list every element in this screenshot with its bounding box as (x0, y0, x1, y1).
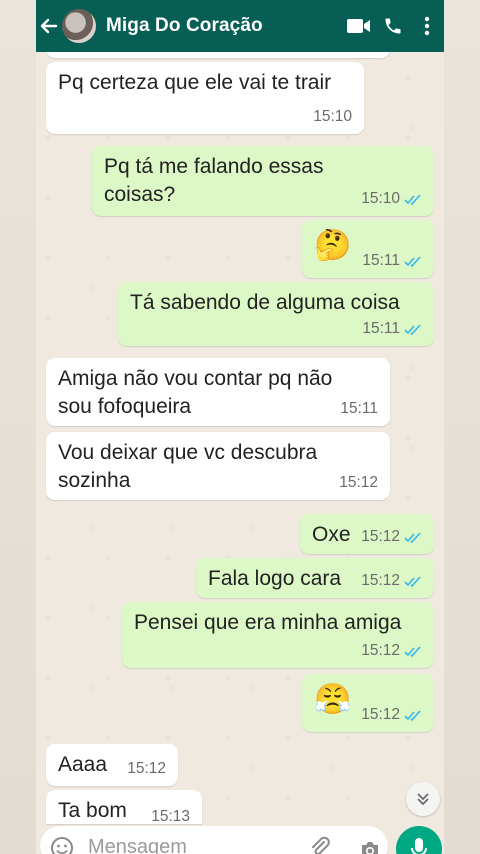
message-text: Amiga não vou contar pq não sou fofoquei… (58, 367, 333, 418)
message-text: Aaaa (58, 753, 108, 776)
message-outgoing[interactable]: 🤔 15:11 (302, 220, 434, 278)
message-incoming[interactable]: Aaaa 15:12 (46, 744, 178, 786)
chat-screen: Miga Do Coração 15:10 Pq certeza que ele… (36, 0, 444, 854)
message-time: 15:11 (340, 400, 378, 418)
message-text: Vou deixar que vc descubra sozinha (58, 441, 318, 492)
message-time: 15:11 (362, 319, 422, 340)
background-right (444, 0, 480, 854)
message-time: 15:12 (361, 641, 422, 662)
message-outgoing[interactable]: Tá sabendo de alguma coisa 15:11 (118, 282, 434, 346)
message-incoming[interactable]: Vou deixar que vc descubra sozinha 15:12 (46, 432, 390, 500)
read-ticks-icon (404, 710, 421, 721)
message-time: 15:12 (127, 760, 166, 778)
message-incoming[interactable]: Amiga não vou contar pq não sou fofoquei… (46, 358, 390, 426)
scroll-down-button[interactable] (406, 782, 440, 816)
message-time-text: 15:12 (361, 528, 400, 546)
message-text: Fala logo cara (208, 567, 342, 590)
read-ticks-icon (404, 532, 421, 543)
message-time: 15:13 (151, 808, 190, 826)
camera-icon[interactable] (358, 838, 382, 854)
attach-icon[interactable] (308, 836, 332, 854)
steam-emoji: 😤 (314, 683, 352, 716)
message-time: 15:12 (361, 571, 422, 592)
message-incoming[interactable]: Pq certeza que ele vai te trair 15:10 (46, 62, 364, 134)
message-time: 15:12 (339, 474, 378, 492)
read-ticks-icon (404, 646, 421, 657)
back-arrow-icon[interactable] (36, 0, 62, 52)
mic-icon (411, 838, 427, 854)
message-outgoing[interactable]: 😤 15:12 (302, 674, 434, 732)
message-text: Tá sabendo de alguma coisa (130, 291, 400, 314)
contact-name[interactable]: Miga Do Coração (106, 15, 342, 37)
message-time-text: 15:12 (361, 706, 400, 724)
message-time-text: 15:12 (361, 642, 400, 660)
message-time: 15:10 (361, 189, 422, 210)
message-time-text: 15:11 (362, 320, 400, 338)
read-ticks-icon (404, 256, 421, 267)
thinking-emoji: 🤔 (314, 229, 352, 262)
chat-header: Miga Do Coração (36, 0, 444, 52)
more-options-icon[interactable] (410, 0, 444, 52)
read-ticks-icon (404, 324, 421, 335)
contact-avatar[interactable] (62, 9, 96, 43)
message-incoming[interactable]: Ta bom 15:13 (46, 790, 202, 825)
message-time-text: 15:10 (361, 190, 400, 208)
message-time-text: 15:11 (362, 252, 400, 270)
background-left (0, 0, 36, 854)
double-chevron-down-icon (417, 793, 429, 806)
emoji-icon[interactable] (50, 836, 74, 854)
message-time-text: 15:12 (361, 572, 400, 590)
message-time: 15:12 (361, 705, 422, 726)
message-text: Pq tá me falando essas coisas? (104, 155, 324, 206)
message-time: 15:12 (361, 527, 422, 548)
message-composer[interactable]: Mensagem (40, 826, 388, 854)
message-text: Pq certeza que ele vai te trair (58, 71, 332, 94)
message-text: Pensei que era minha amiga (134, 611, 402, 634)
message-outgoing[interactable]: Oxe 15:12 (300, 514, 434, 554)
message-text: Oxe (312, 523, 351, 546)
phone-icon[interactable] (376, 0, 410, 52)
message-outgoing[interactable]: Fala logo cara 15:12 (196, 558, 434, 598)
message-outgoing[interactable]: Pq tá me falando essas coisas? 15:10 (92, 146, 434, 216)
message-text: Ta bom (58, 799, 127, 822)
message-time: 15:10 (313, 108, 352, 126)
message-time: 15:11 (362, 251, 422, 272)
read-ticks-icon (404, 194, 421, 205)
read-ticks-icon (404, 576, 421, 587)
message-outgoing[interactable]: Pensei que era minha amiga 15:12 (122, 602, 434, 668)
message-input-placeholder[interactable]: Mensagem (88, 836, 187, 854)
video-call-icon[interactable] (342, 0, 376, 52)
